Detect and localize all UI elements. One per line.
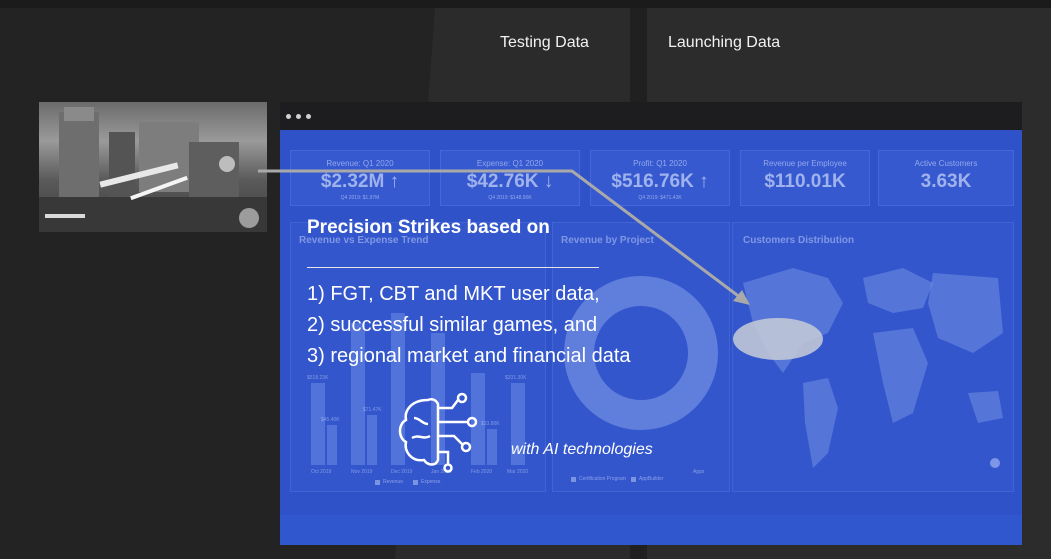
title-divider — [307, 267, 599, 268]
point-item: 3) regional market and financial data — [307, 345, 631, 367]
point-item: 2) successful similar games, and — [307, 314, 598, 336]
annotation-layer — [258, 169, 823, 360]
ai-technologies-caption: with AI technologies — [511, 441, 653, 458]
highlight-ellipse — [733, 318, 823, 360]
point-item: 1) FGT, CBT and MKT user data, — [307, 283, 600, 305]
ai-brain-circuit-icon — [398, 392, 478, 473]
precision-strikes-title: Precision Strikes based on — [307, 217, 550, 238]
